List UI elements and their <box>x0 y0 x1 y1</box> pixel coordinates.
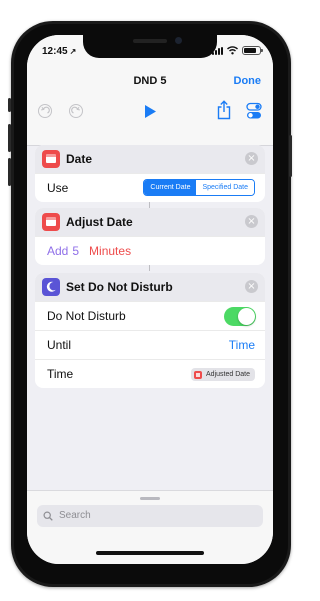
operation-parameter[interactable]: Add <box>47 244 68 258</box>
time-label: Time <box>47 367 74 381</box>
variable-label: Adjusted Date <box>206 371 250 378</box>
moon-icon <box>42 278 60 296</box>
calendar-icon <box>42 213 60 231</box>
remove-action-icon[interactable]: × <box>245 215 258 228</box>
action-date[interactable]: Date × Use Current Date Specified Date <box>35 145 265 202</box>
shortcut-editor-navbar: DND 5 Done <box>27 65 273 146</box>
remove-action-icon[interactable]: × <box>245 280 258 293</box>
action-header: Adjust Date × <box>35 208 265 236</box>
battery-icon <box>242 46 263 55</box>
action-set-do-not-disturb[interactable]: Set Do Not Disturb × Do Not Disturb Unti… <box>35 273 265 388</box>
status-time: 12:45 ↗ <box>42 46 76 57</box>
action-title: Date <box>66 152 93 166</box>
action-header: Set Do Not Disturb × <box>35 273 265 301</box>
dnd-toggle[interactable] <box>224 307 256 326</box>
mute-switch <box>8 98 11 112</box>
settings-toggle-icon[interactable] <box>246 102 262 120</box>
wifi-icon <box>227 46 238 55</box>
power-button <box>289 135 292 177</box>
action-connector <box>149 265 150 271</box>
action-title: Adjust Date <box>66 215 133 229</box>
dnd-label: Do Not Disturb <box>47 309 126 323</box>
segment-current-date[interactable]: Current Date <box>144 180 197 195</box>
volume-down-button <box>8 158 11 186</box>
notch <box>83 35 217 58</box>
status-icons <box>212 46 263 55</box>
sheet-grabber[interactable] <box>140 497 160 500</box>
clock-text: 12:45 <box>42 46 68 57</box>
date-use-row: Use Current Date Specified Date <box>35 173 265 202</box>
home-indicator[interactable] <box>96 551 204 555</box>
search-placeholder: Search <box>59 510 91 521</box>
adjust-date-row: Add 5 Minutes <box>35 236 265 265</box>
calendar-icon <box>42 150 60 168</box>
until-value-parameter[interactable]: Time <box>229 338 255 352</box>
unit-parameter[interactable]: Minutes <box>89 244 131 258</box>
earpiece-speaker <box>133 39 167 43</box>
date-source-segmented-control[interactable]: Current Date Specified Date <box>143 179 255 196</box>
search-field[interactable]: Search <box>37 505 263 527</box>
calendar-icon <box>194 370 203 379</box>
share-icon[interactable] <box>216 100 232 120</box>
volume-up-button <box>8 124 11 152</box>
undo-icon[interactable] <box>37 103 53 119</box>
done-button[interactable]: Done <box>234 75 262 87</box>
search-icon <box>43 511 53 521</box>
phone-screen: 12:45 ↗ DND 5 Done Date × Use Current Da… <box>27 35 273 564</box>
redo-icon[interactable] <box>68 103 84 119</box>
action-header: Date × <box>35 145 265 173</box>
play-icon[interactable] <box>143 104 157 119</box>
action-search-sheet: Search <box>27 490 273 564</box>
action-adjust-date[interactable]: Adjust Date × Add 5 Minutes <box>35 208 265 265</box>
segment-specified-date[interactable]: Specified Date <box>196 180 254 195</box>
remove-action-icon[interactable]: × <box>245 152 258 165</box>
front-camera <box>175 37 182 44</box>
dnd-toggle-row: Do Not Disturb <box>35 301 265 330</box>
until-row: Until Time <box>35 330 265 359</box>
location-icon: ↗ <box>69 47 77 56</box>
until-label: Until <box>47 338 72 352</box>
action-title: Set Do Not Disturb <box>66 280 173 294</box>
use-label: Use <box>47 181 69 195</box>
time-row: Time Adjusted Date <box>35 359 265 388</box>
amount-parameter[interactable]: 5 <box>72 244 79 258</box>
adjusted-date-variable[interactable]: Adjusted Date <box>191 368 255 381</box>
